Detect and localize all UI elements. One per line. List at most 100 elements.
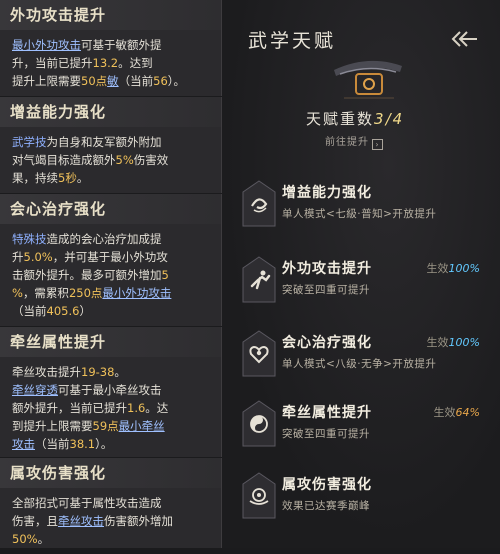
talent-description: 单人模式<七級·普知>开放提升	[282, 208, 437, 220]
tooltip-line: 果，持续5秒。	[12, 169, 211, 187]
tooltip-line: （当前405.6）	[12, 302, 211, 320]
talent-row[interactable]: 牵丝属性提升 突破至四重可提升 生效64%	[236, 400, 488, 454]
status-value: 100%	[448, 262, 480, 275]
highlight-term: 19-38	[81, 365, 115, 379]
tooltip-line: 最小外功攻击可基于敏额外提	[12, 36, 211, 54]
highlight-term[interactable]: 牵丝穿透	[12, 383, 58, 397]
tooltip-text: 。达到	[118, 56, 153, 70]
highlight-term: 13.2	[92, 56, 119, 70]
highlight-term: 50%	[12, 532, 38, 546]
status-label: 生效	[426, 336, 449, 349]
highlight-term[interactable]: 攻击	[12, 437, 35, 451]
tooltip-card: 增益能力强化 武学技为自身和友军额外附加 对气竭目标造成额外5%伤害效 果，持续5秒…	[0, 97, 222, 193]
running-figure-icon	[242, 256, 276, 303]
highlight-term: 38.1	[69, 437, 96, 451]
tooltip-line: 额外提升，当前已提升1.6。达	[12, 399, 211, 417]
tooltip-line: 到提升上限需要59点最小牵丝	[12, 417, 211, 435]
tooltip-text: 为自身和友军额外附加	[46, 135, 162, 149]
talent-row[interactable]: 外功攻击提升 突破至四重可提升 生效100%	[236, 256, 488, 310]
tooltip-line: 升5.0%，并可基于最小外功攻	[12, 248, 211, 266]
talent-name: 增益能力强化	[282, 185, 372, 201]
talent-name: 会心治疗强化	[282, 335, 372, 351]
orb-icon	[242, 472, 276, 519]
tooltip-body: 全部招式可基于属性攻击造成 伤害，且牵丝攻击伤害额外增加 50%。	[0, 488, 221, 554]
tooltip-text: ，需累积	[22, 286, 69, 300]
highlight-term[interactable]: 最小外功攻击	[12, 38, 81, 52]
tooltip-line: 升，当前已提升13.2。达到	[12, 54, 211, 72]
tooltip-text: 伤害效	[133, 153, 169, 167]
highlight-term[interactable]: 牵丝攻击	[58, 514, 104, 528]
highlight-term: 5.0%	[23, 250, 53, 264]
highlight-term: 405.6	[46, 304, 80, 318]
tooltip-text: 升，当前已提升	[12, 56, 93, 70]
highlight-term: 5	[161, 268, 169, 282]
goto-label: 前往提升	[325, 137, 369, 148]
talent-row[interactable]: 属攻伤害强化 效果已达赛季巅峰	[236, 472, 488, 526]
talent-description: 单人模式<八级·无争>开放提升	[282, 358, 437, 370]
tooltip-line: %，需累积250点最小外功攻击	[12, 284, 211, 302]
talent-description: 效果已达赛季巅峰	[282, 500, 370, 512]
tooltip-text: （当前	[118, 74, 154, 88]
tooltip-text: 全部招式可基于属性攻击造成	[12, 496, 162, 510]
tooltip-text: 升	[12, 250, 24, 264]
talent-status: 生效100%	[427, 260, 480, 276]
tooltip-title: 会心治疗强化	[0, 194, 221, 224]
tooltip-line: 伤害，且牵丝攻击伤害额外增加	[12, 512, 211, 530]
back-arrow-icon[interactable]	[450, 30, 478, 48]
talent-name: 外功攻击提升	[282, 261, 372, 277]
status-label: 生效	[426, 262, 449, 275]
talent-description: 突破至四重可提升	[282, 428, 370, 440]
status-label: 生效	[433, 406, 456, 419]
talent-row[interactable]: 会心治疗强化 单人模式<八级·无争>开放提升 生效100%	[236, 330, 488, 384]
highlight-term: 1.6	[127, 401, 146, 415]
tooltip-text: 。	[37, 532, 50, 546]
goto-upgrade-link[interactable]: 前往提升 ›	[325, 133, 383, 150]
tooltip-text: 可基于敏额外提	[81, 38, 162, 52]
highlight-term: 武学技	[12, 135, 47, 149]
tier-max: /4	[385, 110, 405, 128]
tooltip-text: 。	[76, 171, 89, 185]
tooltip-text: ）。	[167, 74, 186, 88]
tooltip-body: 武学技为自身和友军额外附加 对气竭目标造成额外5%伤害效 果，持续5秒。	[0, 127, 221, 193]
tooltip-text: 伤害额外增加	[104, 514, 173, 528]
tier-current: 3	[374, 110, 386, 128]
highlight-term: 250点	[68, 286, 103, 300]
talent-status: 生效100%	[427, 334, 480, 350]
tooltip-card: 牵丝属性提升 牵丝攻击提升19-38。 牵丝穿透可基于最小牵丝攻击 额外提升，当前已…	[0, 327, 222, 457]
tooltip-card: 属攻伤害强化 全部招式可基于属性攻击造成 伤害，且牵丝攻击伤害额外增加 50%。	[0, 458, 222, 548]
tooltip-line: 特殊技造成的会心治疗加成提	[12, 230, 211, 248]
tooltip-card: 外功攻击提升 最小外功攻击可基于敏额外提 升，当前已提升13.2。达到 提升上限需要…	[0, 0, 222, 96]
tooltip-text: 额外提升，当前已提升	[12, 401, 127, 415]
tier-indicator: 天赋重数3/4	[306, 108, 404, 129]
tooltip-text: 伤害，且	[12, 514, 58, 528]
talent-panel: 武学天赋 天赋重数3/4 前往提升 › 增益能力强化 单人模式<七級·普知>开放提…	[222, 0, 500, 548]
highlight-term[interactable]: 最小牵丝	[119, 419, 165, 433]
highlight-term[interactable]: 敏	[107, 74, 119, 88]
tooltip-card: 会心治疗强化 特殊技造成的会心治疗加成提 升5.0%，并可基于最小外功攻 击额外提升…	[0, 194, 222, 326]
highlight-term: 50点	[81, 74, 108, 88]
tooltip-line: 击额外提升。最多可额外增加5	[12, 266, 211, 284]
heart-icon	[242, 330, 276, 377]
tooltip-text: （当前	[12, 304, 47, 318]
swirl-icon	[242, 180, 276, 227]
tooltip-text: 击额外提升。最多可额外增加	[12, 268, 162, 282]
tooltip-text: 。达	[145, 401, 169, 415]
yin-yang-icon	[242, 400, 276, 447]
talent-description: 突破至四重可提升	[282, 284, 370, 296]
tooltip-stack: 外功攻击提升 最小外功攻击可基于敏额外提 升，当前已提升13.2。达到 提升上限需要…	[0, 0, 222, 548]
talent-name: 牵丝属性提升	[282, 405, 372, 421]
tooltip-line: 牵丝攻击提升19-38。	[12, 363, 211, 381]
tooltip-line: 牵丝穿透可基于最小牵丝攻击	[12, 381, 211, 399]
tooltip-line: 50%。	[12, 530, 211, 548]
highlight-term: 5秒	[58, 171, 77, 185]
talent-status: 生效64%	[434, 404, 480, 420]
highlight-term: 59点	[92, 419, 119, 433]
tooltip-text: （当前	[35, 437, 70, 451]
tooltip-line: 武学技为自身和友军额外附加	[12, 133, 211, 151]
highlight-term[interactable]: 最小外功攻击	[102, 286, 171, 300]
talent-row[interactable]: 增益能力强化 单人模式<七級·普知>开放提升	[236, 180, 488, 234]
tooltip-body: 特殊技造成的会心治疗加成提 升5.0%，并可基于最小外功攻 击额外提升。最多可额外增…	[0, 224, 221, 326]
tooltip-body: 牵丝攻击提升19-38。 牵丝穿透可基于最小牵丝攻击 额外提升，当前已提升1.6。达…	[0, 357, 221, 459]
tooltip-line: 全部招式可基于属性攻击造成	[12, 494, 211, 512]
tooltip-text: ）。	[95, 437, 113, 451]
